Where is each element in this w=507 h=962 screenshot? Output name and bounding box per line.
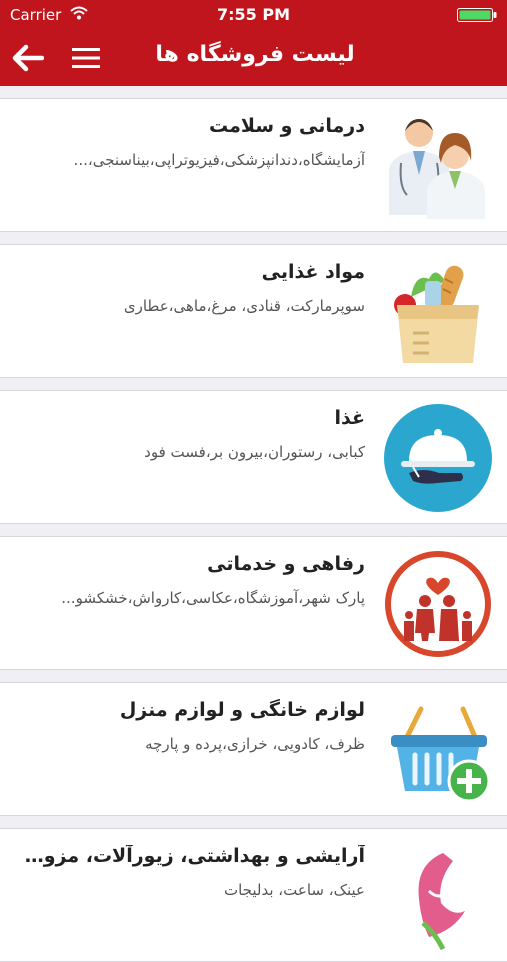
list-item-text: درمانی و سلامت آزمایشگاه،دندانپزشکی،فیزی… <box>20 115 365 169</box>
battery-icon <box>457 8 497 22</box>
beauty-face-icon <box>418 853 465 951</box>
list-item-services[interactable]: رفاهی و خدماتی پارک شهر،آموزشگاه،عکاسی،ک… <box>0 536 507 670</box>
nav-bar: لیست فروشگاه ها <box>0 30 507 86</box>
grocery-bag-icon <box>394 265 479 363</box>
list-item-title: غذا <box>334 407 365 429</box>
list-item-grocery[interactable]: مواد غذایی سوپرمارکت، قنادی، مرغ،ماهی،عط… <box>0 244 507 378</box>
list-item-text: مواد غذایی سوپرمارکت، قنادی، مرغ،ماهی،عط… <box>20 261 365 315</box>
list-item-text: غذا کبابی، رستوران،بیرون بر،فست فود <box>20 407 365 461</box>
basket-add-icon <box>391 706 491 803</box>
list-item-subtitle: کبابی، رستوران،بیرون بر،فست فود <box>144 443 365 461</box>
list-item-title: مواد غذایی <box>261 261 365 283</box>
list-item-subtitle: عینک، ساعت، بدلیجات <box>224 881 365 899</box>
list-item-food[interactable]: غذا کبابی، رستوران،بیرون بر،فست فود <box>0 390 507 524</box>
list-item-text: آرایشی و بهداشتی، زیورآلات، مزون عر... ع… <box>20 845 365 899</box>
list-item-household[interactable]: لوازم خانگی و لوازم منزل ظرف، کادویی، خر… <box>0 682 507 816</box>
list-item-title: رفاهی و خدماتی <box>207 553 365 575</box>
doctors-icon <box>389 119 485 219</box>
list-item-title: درمانی و سلامت <box>209 115 365 137</box>
back-arrow-icon[interactable] <box>10 42 44 74</box>
list-item-subtitle: آزمایشگاه،دندانپزشکی،فیزیوتراپی،بیناسنجی… <box>73 151 365 169</box>
list-item-health[interactable]: درمانی و سلامت آزمایشگاه،دندانپزشکی،فیزی… <box>0 98 507 232</box>
list-item-subtitle: ظرف، کادویی، خرازی،پرده و پارچه <box>145 735 365 753</box>
list-item-text: لوازم خانگی و لوازم منزل ظرف، کادویی، خر… <box>20 699 365 753</box>
hamburger-menu-icon[interactable] <box>70 43 102 73</box>
status-bar: Carrier 7:55 PM <box>0 0 507 30</box>
family-icon <box>385 551 491 657</box>
status-time: 7:55 PM <box>216 5 290 24</box>
list-item-title: آرایشی و بهداشتی، زیورآلات، مزون عر... <box>20 845 365 867</box>
list-item-subtitle: پارک شهر،آموزشگاه،عکاسی،کارواش،خشکشو... <box>61 589 365 607</box>
list-item-text: رفاهی و خدماتی پارک شهر،آموزشگاه،عکاسی،ک… <box>20 553 365 607</box>
list-item-subtitle: سوپرمارکت، قنادی، مرغ،ماهی،عطاری <box>123 297 365 315</box>
store-category-list: درمانی و سلامت آزمایشگاه،دندانپزشکی،فیزی… <box>0 88 507 962</box>
page-title: لیست فروشگاه ها <box>155 42 355 67</box>
food-cloche-icon <box>384 404 492 512</box>
list-item-beauty[interactable]: آرایشی و بهداشتی، زیورآلات، مزون عر... ع… <box>0 828 507 962</box>
list-item-title: لوازم خانگی و لوازم منزل <box>119 699 365 721</box>
